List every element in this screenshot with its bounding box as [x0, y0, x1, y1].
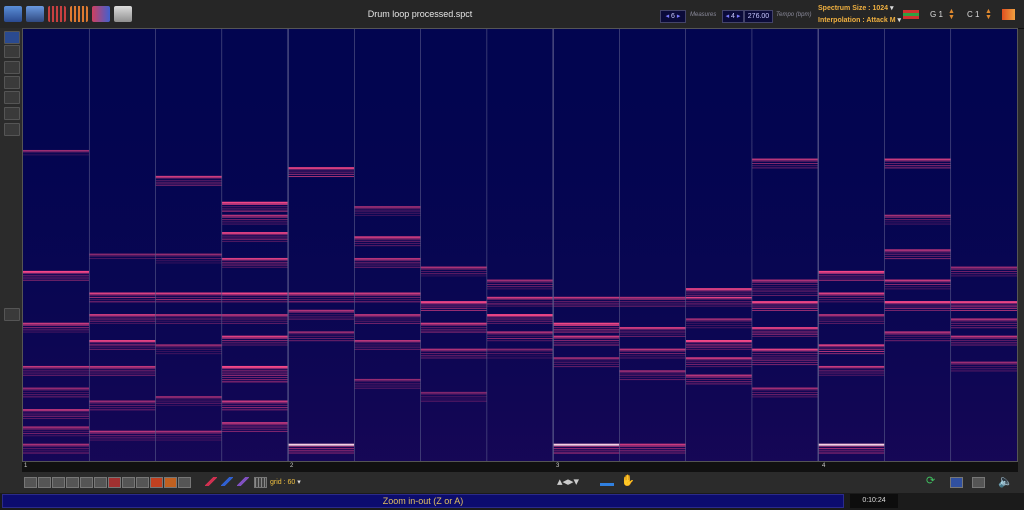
move-tool-icon[interactable] [4, 45, 20, 58]
color-curve-icon[interactable] [903, 10, 919, 19]
view-mode-9-icon[interactable] [136, 477, 149, 488]
color-palette-icon[interactable] [1002, 9, 1015, 20]
spectrum-grid-icon[interactable] [48, 6, 66, 22]
contrast-stepper-icon[interactable]: ▲ ▼ [985, 9, 992, 21]
view-mode-8-icon[interactable] [122, 477, 135, 488]
select-tool-icon[interactable] [4, 31, 20, 44]
pencil-tool-icon[interactable] [4, 91, 20, 104]
spectrogram-column [752, 29, 818, 461]
pen-purple-icon[interactable] [237, 477, 249, 486]
status-message: Zoom in-out (Z or A) [2, 494, 844, 508]
view-mode-5-icon[interactable] [80, 477, 93, 488]
gain-label: G 1 [930, 10, 943, 19]
tempo-field[interactable]: 276.00 [744, 10, 773, 23]
time-display: 0:10:24 [850, 494, 898, 508]
view-mode-12-icon[interactable] [178, 477, 191, 488]
left-toolbar [0, 28, 22, 468]
marker-tool-icon[interactable] [4, 308, 20, 321]
ruler-marker: 1 [24, 463, 27, 469]
export-icon[interactable] [972, 477, 985, 488]
display-settings-icon[interactable] [26, 6, 44, 22]
gain-stepper-icon[interactable]: ▲ ▼ [948, 9, 955, 21]
view-mode-1-icon[interactable] [24, 477, 37, 488]
navigation-arrows-icon[interactable]: ▴◂▸▾ [546, 474, 590, 490]
spectrogram-column [23, 29, 89, 461]
grid-label: grid : 60 [270, 479, 295, 486]
view-mode-3-icon[interactable] [52, 477, 65, 488]
region-tool-icon[interactable] [4, 123, 20, 136]
spectrogram-image [23, 29, 1017, 461]
status-bar: Zoom in-out (Z or A) 0:10:24 [0, 493, 1024, 510]
spectrogram-column [818, 29, 884, 461]
ruler-marker: 3 [556, 463, 559, 469]
spectrogram-column [222, 29, 288, 461]
brush-tool-icon[interactable] [4, 76, 20, 89]
interpolation-label: Interpolation : Attack M [818, 17, 896, 24]
refresh-icon[interactable]: ⟳ [926, 474, 935, 487]
pen-blue-icon[interactable] [221, 477, 233, 486]
spectral-band [89, 254, 155, 259]
spectrogram-canvas[interactable] [22, 28, 1018, 462]
mixer-icon[interactable] [92, 6, 110, 22]
spectrogram-column [421, 29, 487, 461]
bar-chart-icon[interactable] [70, 6, 88, 22]
ruler-marker: 2 [290, 463, 293, 469]
spectrogram-column [951, 29, 1017, 461]
document-icon[interactable] [950, 477, 963, 488]
spectrogram-column [553, 29, 619, 461]
beats-field[interactable]: ◂ 4 ▸ [722, 10, 744, 23]
chevron-down-icon: ▾ [888, 5, 893, 12]
view-mode-6-icon[interactable] [94, 477, 107, 488]
time-ruler[interactable]: 1 2 3 4 [22, 462, 1018, 472]
view-mode-10-icon[interactable] [150, 477, 163, 488]
interpolation-select[interactable]: Interpolation : Attack M ▾ [818, 16, 901, 24]
contrast-label: C 1 [967, 10, 979, 19]
view-mode-2-icon[interactable] [38, 477, 51, 488]
spectrogram-column [686, 29, 752, 461]
grid-select[interactable]: grid : 60 ▾ [270, 478, 301, 486]
tempo-label: Tempo (bpm) [776, 12, 811, 18]
chevron-down-icon: ▾ [295, 479, 300, 486]
ruler-marker: 4 [822, 463, 825, 469]
eraser-tool-icon[interactable] [4, 107, 20, 120]
spectrogram-column [619, 29, 685, 461]
view-mode-11-icon[interactable] [164, 477, 177, 488]
spectrogram-column [354, 29, 420, 461]
top-toolbar: Drum loop processed.spct ◂ 6 ▸ Measures … [0, 0, 1024, 29]
monitor-icon[interactable] [4, 6, 22, 22]
spectrum-size-select[interactable]: Spectrum Size : 1024 ▾ [818, 4, 894, 12]
spectrogram-column [487, 29, 553, 461]
envelope-icon[interactable] [600, 478, 614, 486]
document-title: Drum loop processed.spct [300, 9, 540, 19]
cube-icon[interactable] [114, 6, 132, 22]
grid-icon[interactable] [254, 477, 267, 488]
view-mode-7-icon[interactable] [108, 477, 121, 488]
hand-tool-icon[interactable]: ✋ [621, 474, 635, 487]
spectrum-size-label: Spectrum Size : 1024 [818, 5, 888, 12]
spectral-band [23, 150, 89, 155]
bottom-toolbar: grid : 60 ▾ ▴◂▸▾ ✋ ⟳ 🔈 [0, 473, 1024, 491]
spectrogram-column [288, 29, 354, 461]
chevron-down-icon: ▾ [896, 17, 901, 24]
view-mode-4-icon[interactable] [66, 477, 79, 488]
measures-label: Measures [690, 12, 716, 18]
speaker-icon[interactable]: 🔈 [998, 474, 1013, 488]
measures-field[interactable]: ◂ 6 ▸ [660, 10, 686, 23]
zoom-vertical-icon[interactable] [4, 61, 20, 74]
spectrogram-column [89, 29, 155, 461]
pen-red-icon[interactable] [205, 477, 217, 486]
spectrogram-column [884, 29, 950, 461]
